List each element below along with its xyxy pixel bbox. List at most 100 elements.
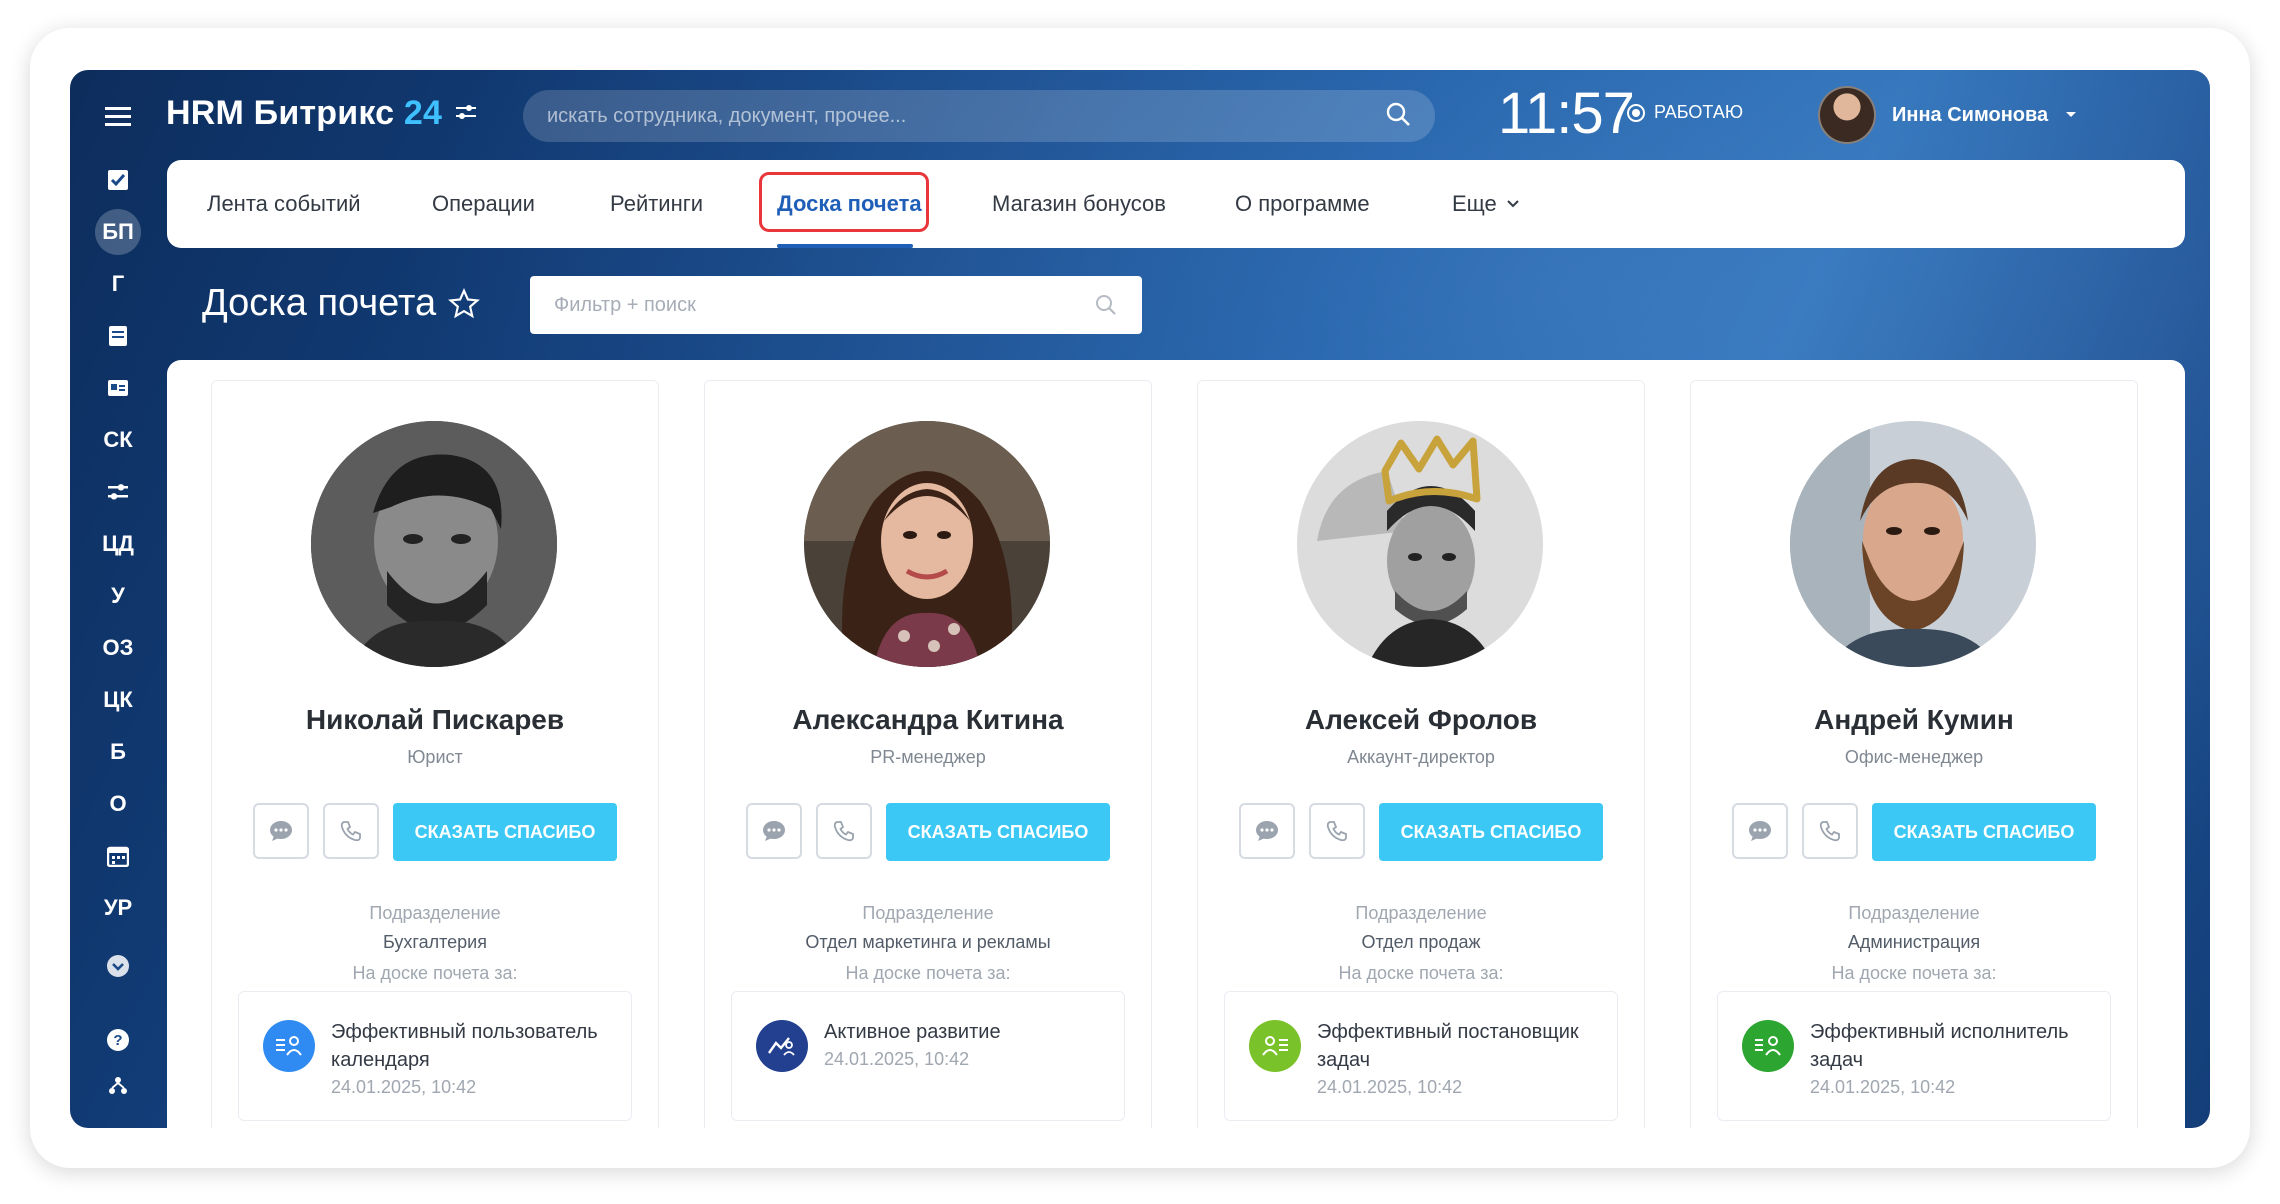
user-menu[interactable]: Инна Симонова: [1818, 86, 2078, 144]
id-card-icon[interactable]: [70, 366, 166, 410]
award-item[interactable]: Эффективный постановщик задач 24.01.2025…: [1224, 991, 1618, 1121]
sidebar-item-ck[interactable]: ЦК: [70, 678, 166, 722]
brand-settings-icon[interactable]: [455, 103, 477, 126]
employee-photo: [1297, 421, 1543, 667]
tab-honor-board[interactable]: Доска почета: [777, 160, 922, 248]
avatar: [1818, 86, 1876, 144]
award-date: 24.01.2025, 10:42: [1810, 1077, 1956, 1097]
award-item[interactable]: Эффективный исполнитель задач 24.01.2025…: [1717, 991, 2111, 1121]
document-icon[interactable]: [70, 314, 166, 358]
calendar-icon[interactable]: [70, 834, 166, 878]
app-brand: HRM Битрикс 24: [166, 94, 442, 133]
award-title: Эффективный исполнитель задач 24.01.2025…: [1810, 1018, 2100, 1100]
global-search-input[interactable]: [547, 104, 1385, 128]
sidebar-item-u[interactable]: У: [70, 574, 166, 618]
sidebar-item-bp[interactable]: БП: [70, 209, 166, 255]
call-button[interactable]: [815, 803, 872, 859]
say-thanks-button[interactable]: СКАЗАТЬ СПАСИБО: [1378, 803, 1604, 861]
chat-icon: [269, 821, 292, 841]
say-thanks-button[interactable]: СКАЗАТЬ СПАСИБО: [392, 803, 618, 861]
call-button[interactable]: [1801, 803, 1858, 859]
growth-badge-icon: [756, 1020, 808, 1072]
tab-operations[interactable]: Операции: [432, 160, 535, 248]
tab-ratings[interactable]: Рейтинги: [610, 160, 703, 248]
employee-actions: СКАЗАТЬ СПАСИБО: [1691, 803, 2137, 861]
employee-name: Алексей Фролов: [1304, 704, 1538, 735]
work-status-button[interactable]: РАБОТАЮ: [1626, 102, 1743, 123]
honor-board-content: Николай Пискарев Юрист СКАЗАТЬ СПАСИБО П…: [167, 360, 2185, 1128]
sidebar-item-sk[interactable]: СК: [70, 418, 166, 462]
chevron-down-circle-icon[interactable]: [70, 944, 166, 988]
award-name: Активное развитие: [824, 1021, 1001, 1043]
tab-about[interactable]: О программе: [1235, 160, 1370, 248]
structure-icon[interactable]: [70, 1064, 166, 1108]
global-search: [523, 90, 1435, 142]
call-button[interactable]: [322, 803, 379, 859]
sidebar-item-o[interactable]: О: [70, 782, 166, 826]
employee-actions: СКАЗАТЬ СПАСИБО: [212, 803, 658, 861]
say-thanks-button[interactable]: СКАЗАТЬ СПАСИБО: [885, 803, 1111, 861]
help-icon[interactable]: ?: [70, 1018, 166, 1062]
left-sidebar: БП Г СК ЦД У ОЗ ЦК Б О УР ?: [70, 70, 166, 1128]
department-label: Подразделение: [862, 903, 994, 923]
award-item[interactable]: Эффективный пользователь календаря 24.01…: [238, 991, 632, 1121]
menu-icon[interactable]: [70, 94, 166, 138]
message-button[interactable]: [252, 803, 309, 859]
search-icon[interactable]: [1385, 101, 1411, 132]
award-title: Эффективный постановщик задач 24.01.2025…: [1317, 1018, 1607, 1100]
honor-period-label: На доске почета за:: [1831, 963, 1997, 983]
award-date: 24.01.2025, 10:42: [331, 1077, 477, 1097]
caret-down-icon: [2066, 112, 2077, 117]
chat-icon: [1255, 821, 1278, 841]
award-date: 24.01.2025, 10:42: [1317, 1077, 1463, 1097]
tab-bonus-shop[interactable]: Магазин бонусов: [992, 160, 1166, 248]
sidebar-item-b[interactable]: Б: [70, 730, 166, 774]
award-item[interactable]: Активное развитие 24.01.2025, 10:42: [731, 991, 1125, 1121]
department-value: Администрация: [1847, 932, 1981, 952]
message-button[interactable]: [1731, 803, 1788, 859]
filter-search: [530, 276, 1142, 334]
award-title: Эффективный пользователь календаря 24.01…: [331, 1018, 621, 1100]
department-label: Подразделение: [369, 903, 501, 923]
tab-events-feed[interactable]: Лента событий: [207, 160, 361, 248]
brand-name: HRM Битрикс: [166, 94, 395, 132]
call-button[interactable]: [1308, 803, 1365, 859]
tab-more[interactable]: Еще: [1452, 160, 1521, 248]
phone-icon: [1326, 821, 1347, 842]
sidebar-item-g[interactable]: Г: [70, 262, 166, 306]
department-label: Подразделение: [1848, 903, 1980, 923]
clock: 11:57: [1498, 81, 1635, 146]
employee-role: Аккаунт-директор: [1347, 747, 1495, 767]
sliders-icon[interactable]: [70, 470, 166, 514]
message-button[interactable]: [745, 803, 802, 859]
employee-card: Николай Пискарев Юрист СКАЗАТЬ СПАСИБО П…: [211, 380, 659, 1128]
employee-actions: СКАЗАТЬ СПАСИБО: [1198, 803, 1644, 861]
star-icon: [448, 287, 481, 318]
tasks-checkbox-icon[interactable]: [70, 158, 166, 202]
filter-search-input[interactable]: [554, 293, 1094, 317]
page-title-text: Доска почета: [202, 282, 437, 324]
calendar-user-badge-icon: [263, 1020, 315, 1072]
sidebar-item-ur[interactable]: УР: [70, 886, 166, 930]
sidebar-item-cd[interactable]: ЦД: [70, 522, 166, 566]
sidebar-item-oz[interactable]: ОЗ: [70, 626, 166, 670]
employee-name: Николай Пискарев: [305, 704, 565, 735]
page-title: Доска почета: [202, 282, 481, 325]
say-thanks-button[interactable]: СКАЗАТЬ СПАСИБО: [1871, 803, 2097, 861]
tab-more-label: Еще: [1452, 191, 1497, 216]
employee-photo: [804, 421, 1050, 667]
work-status-label: РАБОТАЮ: [1654, 102, 1744, 122]
message-button[interactable]: [1238, 803, 1295, 859]
employee-name: Андрей Кумин: [1814, 704, 2014, 735]
award-name: Эффективный пользователь календаря: [331, 1021, 598, 1071]
brand-number: 24: [403, 94, 443, 132]
honor-period-label: На доске почета за:: [845, 963, 1011, 983]
phone-icon: [833, 821, 854, 842]
main-tabs: Лента событий Операции Рейтинги Доска по…: [167, 160, 2185, 248]
employee-role: PR-менеджер: [870, 747, 986, 767]
department-label: Подразделение: [1355, 903, 1487, 923]
employee-photo: [311, 421, 557, 667]
award-date: 24.01.2025, 10:42: [824, 1049, 970, 1069]
phone-icon: [1819, 821, 1840, 842]
employee-photo: [1790, 421, 2036, 667]
